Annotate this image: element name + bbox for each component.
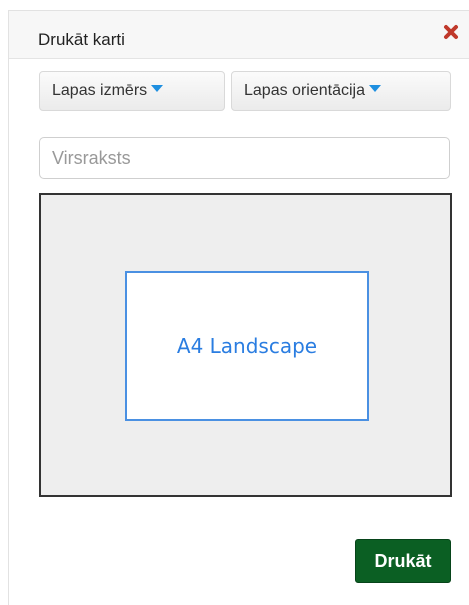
caret-down-icon (151, 85, 164, 92)
page-preview: A4 Landscape (39, 193, 452, 497)
page-size-dropdown[interactable]: Lapas izmērs (39, 71, 225, 111)
close-icon[interactable] (443, 24, 459, 40)
page-orientation-label: Lapas orientācija (244, 82, 365, 99)
title-input[interactable] (39, 137, 450, 179)
page-preview-label: A4 Landscape (176, 334, 318, 358)
page-preview-sheet: A4 Landscape (125, 271, 369, 421)
panel-header: Drukāt karti (9, 11, 469, 59)
print-button[interactable]: Drukāt (355, 539, 451, 583)
caret-down-icon (368, 85, 381, 92)
page-size-label: Lapas izmērs (52, 82, 148, 99)
page-orientation-dropdown[interactable]: Lapas orientācija (231, 71, 451, 111)
panel-title: Drukāt karti (38, 30, 125, 49)
print-map-panel: Drukāt karti Lapas izmērs Lapas orientāc… (8, 10, 469, 605)
